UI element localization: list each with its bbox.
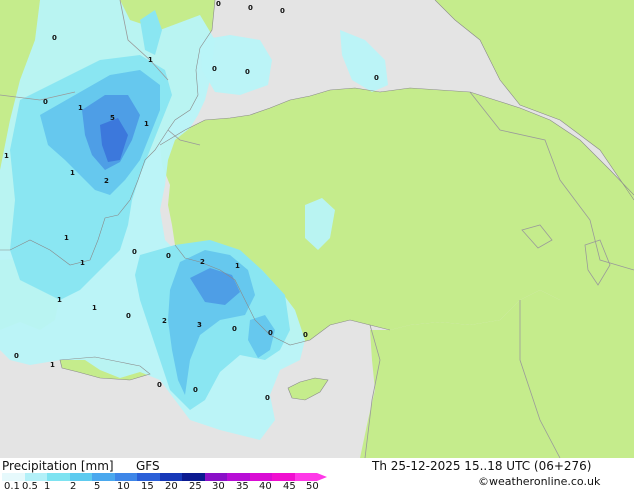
contour-label: 1 — [78, 104, 83, 112]
legend-swatch — [92, 473, 115, 481]
contour-label: 1 — [50, 361, 55, 369]
contour-label: 0 — [280, 7, 285, 15]
contour-label: 0 — [166, 252, 171, 260]
legend-swatch — [204, 473, 227, 481]
legend-tick-label: 40 — [259, 481, 272, 492]
contour-label: 0 — [157, 381, 162, 389]
contour-label: 5 — [110, 114, 115, 122]
contour-label: 1 — [57, 296, 62, 304]
legend-swatch — [24, 473, 47, 481]
legend-tick-label: 0.1 — [4, 481, 20, 492]
contour-label: 1 — [235, 262, 240, 270]
contour-label: 0 — [216, 0, 221, 8]
contour-label: 1 — [144, 120, 149, 128]
legend-swatch — [159, 473, 182, 481]
valid-time: Th 25-12-2025 15..18 UTC (06+276) — [372, 459, 592, 473]
legend-swatch — [227, 473, 250, 481]
legend-swatch — [2, 473, 25, 481]
contour-label: 0 — [245, 68, 250, 76]
legend-arrow — [317, 473, 327, 481]
credit: ©weatheronline.co.uk — [478, 475, 601, 488]
contour-label: 0 — [303, 331, 308, 339]
legend-swatch — [69, 473, 92, 481]
legend-tick-label: 30 — [212, 481, 225, 492]
contour-label: 0 — [248, 4, 253, 12]
contour-label: 0 — [268, 329, 273, 337]
legend-swatch — [137, 473, 160, 481]
map-canvas: 0 0 0 0 1 0 0 0 1 5 1 0 1 2 1 1 0 0 2 1 … — [0, 0, 634, 458]
contour-label: 2 — [200, 258, 205, 266]
product-label: Precipitation [mm] — [2, 459, 114, 473]
contour-label: 0 — [193, 386, 198, 394]
contour-label: 1 — [92, 304, 97, 312]
contour-label: 1 — [80, 259, 85, 267]
legend-tick-label: 50 — [306, 481, 319, 492]
legend-tick-label: 0.5 — [22, 481, 38, 492]
precipitation-map: 0 0 0 0 1 0 0 0 1 5 1 0 1 2 1 1 0 0 2 1 … — [0, 0, 634, 458]
model-label: GFS — [136, 459, 160, 473]
contour-label: 0 — [43, 98, 48, 106]
contour-label: 2 — [162, 317, 167, 325]
legend-tick-label: 10 — [117, 481, 130, 492]
legend-tick-label: 45 — [283, 481, 296, 492]
legend-tick-label: 1 — [44, 481, 51, 492]
contour-label: 0 — [374, 74, 379, 82]
contour-label: 0 — [14, 352, 19, 360]
contour-label: 0 — [212, 65, 217, 73]
legend-swatch — [249, 473, 272, 481]
contour-label: 1 — [4, 152, 9, 160]
contour-label: 3 — [197, 321, 202, 329]
contour-label: 1 — [148, 56, 153, 64]
legend-swatch — [182, 473, 205, 481]
legend-tick-label: 15 — [141, 481, 154, 492]
contour-label: 1 — [70, 169, 75, 177]
contour-label: 1 — [64, 234, 69, 242]
legend-swatch — [114, 473, 137, 481]
legend-tick-label: 20 — [165, 481, 178, 492]
contour-label: 0 — [126, 312, 131, 320]
legend-swatch — [47, 473, 70, 481]
legend-tick-label: 5 — [94, 481, 101, 492]
contour-label: 0 — [232, 325, 237, 333]
contour-label: 0 — [52, 34, 57, 42]
legend-tick-label: 25 — [189, 481, 202, 492]
legend-swatch — [272, 473, 295, 481]
contour-label: 0 — [132, 248, 137, 256]
contour-label: 2 — [104, 177, 109, 185]
legend-tick-label: 35 — [236, 481, 249, 492]
legend-tick-label: 2 — [70, 481, 77, 492]
contour-label: 0 — [265, 394, 270, 402]
legend-colorbar — [2, 473, 327, 481]
legend-swatch — [294, 473, 317, 481]
